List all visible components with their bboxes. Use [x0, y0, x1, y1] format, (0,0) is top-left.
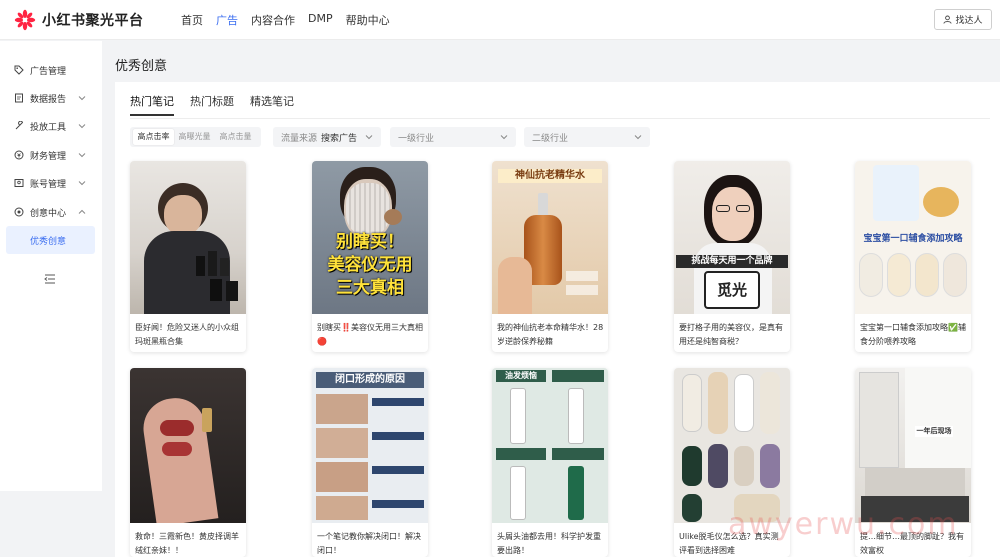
sidebar-item-account[interactable]: 账号管理	[0, 173, 102, 193]
sidebar-subitem-excellent-creative[interactable]: 优秀创意	[6, 226, 95, 254]
watermark-text: awyerwu.com	[728, 507, 959, 542]
note-cover-image	[674, 368, 790, 523]
logo-flower-icon	[14, 9, 36, 31]
note-cover-image: 油发烦恼	[492, 368, 608, 523]
tools-icon	[14, 121, 24, 131]
note-cover-image	[130, 161, 246, 314]
note-caption: 别瞎买‼️美容仪无用三大真相🔴	[317, 321, 424, 349]
sidebar-item-ad-management[interactable]: 广告管理	[0, 60, 102, 80]
sidebar: 广告管理 数据报告 投放工具 财务管理 账号管理 创意中心 优秀创意	[0, 41, 102, 491]
sidebar-item-delivery-tools[interactable]: 投放工具	[0, 116, 102, 136]
chevron-down-icon	[365, 133, 373, 141]
sidebar-item-finance[interactable]: 财务管理	[0, 145, 102, 165]
note-card[interactable]: 救命！三霞新色！黄皮择调羊绒红亲妹！！	[130, 368, 246, 557]
chevron-up-icon	[78, 208, 86, 216]
top-bar: 小红书聚光平台 首页 广告 内容合作 DMP 帮助中心 找达人	[0, 0, 1000, 40]
note-caption: 宝宝第一口辅食添加攻略✅辅食分阶喂养攻略	[860, 321, 967, 349]
finance-icon	[14, 150, 24, 160]
chevron-down-icon	[500, 133, 508, 141]
note-card[interactable]: 别瞎买！ 美容仪无用 三大真相 别瞎买‼️美容仪无用三大真相🔴	[312, 161, 428, 352]
note-card[interactable]: 臣好闻！危险又迷人的小众组玛斑黑瓶合集	[130, 161, 246, 352]
industry-level2-select[interactable]: 二级行业	[524, 127, 650, 147]
note-cover-product-text: 觅光	[704, 279, 760, 300]
note-card[interactable]: 神仙抗老精华水 我的神仙抗老本命精华水！28岁逆龄保养秘籍	[492, 161, 608, 352]
nav-dmp[interactable]: DMP	[308, 12, 333, 28]
chevron-down-icon	[634, 133, 642, 141]
note-cover-image	[130, 368, 246, 523]
nav-content-cooperation[interactable]: 内容合作	[251, 12, 295, 28]
traffic-source-label: 流量来源	[281, 131, 317, 144]
industry-level1-placeholder: 一级行业	[398, 131, 434, 144]
sidebar-item-label: 账号管理	[30, 177, 66, 190]
sidebar-item-label: 广告管理	[30, 64, 66, 77]
note-cover-overlay-text: 宝宝第一口辅食添加攻略	[859, 233, 967, 245]
sidebar-item-label: 投放工具	[30, 120, 66, 133]
note-card[interactable]: 挑战每天用一个品牌 觅光 要打格子用的美容仪，是真有用还是纯智商税？	[674, 161, 790, 352]
tag-icon	[14, 65, 24, 75]
note-cover-overlay-text: 挑战每天用一个品牌	[676, 255, 788, 268]
note-cover-overlay-text: 油发烦恼	[496, 370, 546, 382]
note-cover-image: 别瞎买！ 美容仪无用 三大真相	[312, 161, 428, 314]
note-cover-image: 神仙抗老精华水	[492, 161, 608, 314]
collapse-menu-icon[interactable]	[44, 274, 56, 284]
user-icon	[943, 15, 952, 24]
page-title: 优秀创意	[115, 55, 167, 74]
note-caption: 我的神仙抗老本命精华水！28岁逆龄保养秘籍	[497, 321, 604, 349]
note-caption: 一个笔记教你解决闭口！解决闭口！	[317, 530, 424, 557]
chevron-down-icon	[78, 151, 86, 159]
logo[interactable]: 小红书聚光平台	[14, 9, 144, 31]
segment-high-ctr[interactable]: 高点击率	[133, 129, 174, 145]
traffic-source-value: 搜索广告	[321, 131, 357, 144]
report-icon	[14, 93, 24, 103]
note-cover-image: 闭口形成的原因	[312, 368, 428, 523]
note-tabs: 热门笔记 热门标题 精选笔记	[130, 93, 310, 116]
note-caption: 救命！三霞新色！黄皮择调羊绒红亲妹！！	[135, 530, 242, 557]
sort-segmented-control: 高点击率 高曝光量 高点击量	[130, 127, 261, 147]
tab-hot-notes[interactable]: 热门笔记	[130, 93, 174, 116]
sidebar-item-label: 财务管理	[30, 149, 66, 162]
sidebar-item-creative-center[interactable]: 创意中心	[0, 202, 102, 222]
find-influencer-button[interactable]: 找达人	[934, 9, 992, 30]
note-cover-image: 一年后现场	[855, 368, 971, 523]
traffic-source-select[interactable]: 流量来源 搜索广告	[273, 127, 381, 147]
creative-icon	[14, 207, 24, 217]
sidebar-item-data-report[interactable]: 数据报告	[0, 88, 102, 108]
note-card[interactable]: 油发烦恼 头屑头油都去用！科学护发重要出路！	[492, 368, 608, 557]
nav-ads[interactable]: 广告	[216, 12, 238, 28]
segment-high-clicks[interactable]: 高点击量	[215, 129, 256, 145]
note-cover-image: 宝宝第一口辅食添加攻略	[855, 161, 971, 314]
tab-hot-titles[interactable]: 热门标题	[190, 93, 234, 116]
app-name: 小红书聚光平台	[42, 10, 144, 30]
account-icon	[14, 178, 24, 188]
note-cover-overlay-text: 神仙抗老精华水	[498, 169, 602, 183]
sidebar-subitem-label: 优秀创意	[30, 234, 66, 247]
tab-featured-notes[interactable]: 精选笔记	[250, 93, 294, 116]
tabs-divider	[130, 118, 990, 119]
chevron-down-icon	[78, 179, 86, 187]
industry-level2-placeholder: 二级行业	[532, 131, 568, 144]
note-caption: 臣好闻！危险又迷人的小众组玛斑黑瓶合集	[135, 321, 242, 349]
note-card[interactable]: 闭口形成的原因 一个笔记教你解决闭口！解决闭口！	[312, 368, 428, 557]
nav-home[interactable]: 首页	[181, 12, 203, 28]
note-card[interactable]: 宝宝第一口辅食添加攻略 宝宝第一口辅食添加攻略✅辅食分阶喂养攻略	[855, 161, 971, 352]
note-cover-image: 挑战每天用一个品牌 觅光	[674, 161, 790, 314]
note-caption: 头屑头油都去用！科学护发重要出路！	[497, 530, 604, 557]
segment-high-exposure[interactable]: 高曝光量	[174, 129, 215, 145]
industry-level1-select[interactable]: 一级行业	[390, 127, 516, 147]
find-influencer-label: 找达人	[955, 13, 982, 26]
sidebar-item-label: 数据报告	[30, 92, 66, 105]
note-cover-overlay-text: 一年后现场	[915, 426, 953, 437]
main-nav: 首页 广告 内容合作 DMP 帮助中心	[181, 12, 403, 28]
note-cover-overlay-text: 闭口形成的原因	[316, 372, 424, 388]
note-caption: 要打格子用的美容仪，是真有用还是纯智商税？	[679, 321, 786, 349]
chevron-down-icon	[78, 122, 86, 130]
nav-help-center[interactable]: 帮助中心	[346, 12, 390, 28]
chevron-down-icon	[78, 94, 86, 102]
sidebar-item-label: 创意中心	[30, 206, 66, 219]
